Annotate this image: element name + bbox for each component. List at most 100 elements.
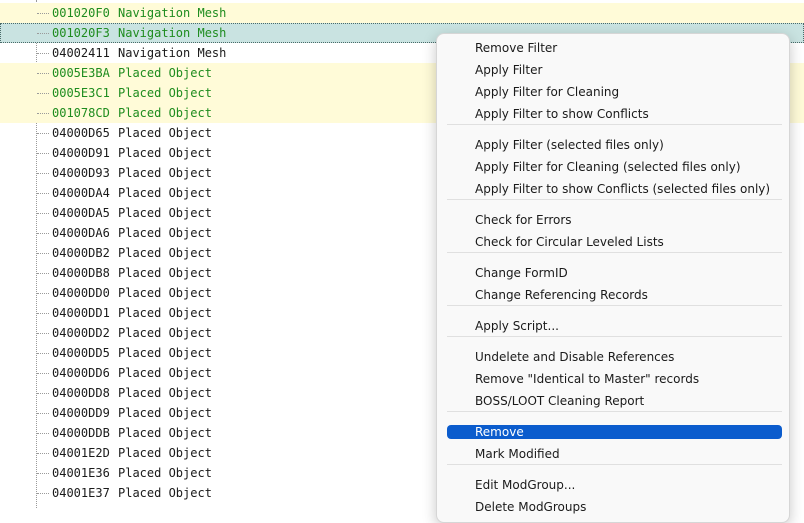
menu-item-change-formid[interactable]: Change FormID bbox=[447, 266, 782, 280]
record-type: Placed Object bbox=[118, 66, 212, 80]
record-type: Placed Object bbox=[118, 286, 212, 300]
record-type: Placed Object bbox=[118, 386, 212, 400]
menu-item-apply-filter-to-show-conflicts-selected-files-only[interactable]: Apply Filter to show Conflicts (selected… bbox=[447, 182, 782, 196]
menu-item-check-for-circular-leveled-lists[interactable]: Check for Circular Leveled Lists bbox=[447, 235, 782, 249]
form-id: 04000D93 bbox=[52, 166, 110, 180]
tree-connector bbox=[37, 353, 49, 354]
record-type: Placed Object bbox=[118, 466, 212, 480]
menu-separator bbox=[447, 411, 782, 412]
menu-separator bbox=[447, 252, 782, 253]
form-id: 04000DB2 bbox=[52, 246, 110, 260]
tree-connector bbox=[37, 253, 49, 254]
tree-connector bbox=[37, 493, 49, 494]
tree-connector bbox=[37, 433, 49, 434]
menu-separator bbox=[447, 124, 782, 125]
menu-item-boss-loot-cleaning-report[interactable]: BOSS/LOOT Cleaning Report bbox=[447, 394, 782, 408]
menu-item-delete-modgroups[interactable]: Delete ModGroups bbox=[447, 500, 782, 514]
record-type: Placed Object bbox=[118, 426, 212, 440]
form-id: 04000D65 bbox=[52, 126, 110, 140]
record-type: Placed Object bbox=[118, 186, 212, 200]
tree-connector bbox=[37, 73, 49, 74]
record-type: Placed Object bbox=[118, 346, 212, 360]
record-type: Placed Object bbox=[118, 166, 212, 180]
menu-item-edit-modgroup[interactable]: Edit ModGroup... bbox=[447, 478, 782, 492]
form-id: 04000DD9 bbox=[52, 406, 110, 420]
form-id: 001020F3 bbox=[52, 26, 110, 40]
record-type: Placed Object bbox=[118, 206, 212, 220]
form-id: 04001E37 bbox=[52, 486, 110, 500]
menu-item-apply-filter-to-show-conflicts[interactable]: Apply Filter to show Conflicts bbox=[447, 107, 782, 121]
tree-connector bbox=[37, 293, 49, 294]
tree-connector bbox=[37, 233, 49, 234]
tree-connector bbox=[37, 313, 49, 314]
menu-separator bbox=[447, 464, 782, 465]
tree-connector bbox=[37, 133, 49, 134]
tree-connector bbox=[37, 373, 49, 374]
form-id: 04000DD0 bbox=[52, 286, 110, 300]
tree-connector bbox=[37, 153, 49, 154]
tree-connector bbox=[37, 473, 49, 474]
record-type: Placed Object bbox=[118, 326, 212, 340]
form-id: 001020F0 bbox=[52, 6, 110, 20]
record-type: Placed Object bbox=[118, 486, 212, 500]
form-id: 04000DA6 bbox=[52, 226, 110, 240]
menu-item-remove[interactable]: Remove bbox=[447, 425, 782, 439]
tree-connector bbox=[37, 193, 49, 194]
form-id: 04000DD6 bbox=[52, 366, 110, 380]
record-type: Placed Object bbox=[118, 266, 212, 280]
menu-item-mark-modified[interactable]: Mark Modified bbox=[447, 447, 782, 461]
form-id: 04000DDB bbox=[52, 426, 110, 440]
record-type: Placed Object bbox=[118, 146, 212, 160]
menu-item-apply-filter-for-cleaning-selected-files-only[interactable]: Apply Filter for Cleaning (selected file… bbox=[447, 160, 782, 174]
menu-item-apply-filter[interactable]: Apply Filter bbox=[447, 63, 782, 77]
record-type: Placed Object bbox=[118, 306, 212, 320]
form-id: 04001E36 bbox=[52, 466, 110, 480]
menu-item-undelete-and-disable-references[interactable]: Undelete and Disable References bbox=[447, 350, 782, 364]
menu-separator bbox=[447, 336, 782, 337]
record-type: Placed Object bbox=[118, 366, 212, 380]
menu-item-check-for-errors[interactable]: Check for Errors bbox=[447, 213, 782, 227]
record-type: Placed Object bbox=[118, 86, 212, 100]
menu-item-change-referencing-records[interactable]: Change Referencing Records bbox=[447, 288, 782, 302]
form-id: 04000DA4 bbox=[52, 186, 110, 200]
record-type: Placed Object bbox=[118, 226, 212, 240]
tree-connector bbox=[37, 453, 49, 454]
tree-connector bbox=[37, 13, 49, 14]
record-type: Navigation Mesh bbox=[118, 6, 227, 20]
record-type: Navigation Mesh bbox=[118, 26, 227, 40]
record-type: Placed Object bbox=[118, 446, 212, 460]
table-row[interactable]: 001020F0 Navigation Mesh bbox=[0, 3, 804, 23]
tree-connector bbox=[37, 333, 49, 334]
menu-item-remove-filter[interactable]: Remove Filter bbox=[447, 41, 782, 55]
form-id: 04000DD8 bbox=[52, 386, 110, 400]
menu-separator bbox=[447, 199, 782, 200]
form-id: 04000DD2 bbox=[52, 326, 110, 340]
tree-connector bbox=[37, 393, 49, 394]
form-id: 04001E2D bbox=[52, 446, 110, 460]
menu-item-apply-script[interactable]: Apply Script... bbox=[447, 319, 782, 333]
tree-connector bbox=[37, 53, 49, 54]
form-id: 04000DD1 bbox=[52, 306, 110, 320]
tree-connector bbox=[37, 273, 49, 274]
tree-connector bbox=[37, 113, 49, 114]
tree-connector bbox=[37, 93, 49, 94]
form-id: 04000D91 bbox=[52, 146, 110, 160]
tree-connector bbox=[37, 33, 49, 34]
form-id: 001078CD bbox=[52, 106, 110, 120]
menu-item-remove-identical-to-master-records[interactable]: Remove "Identical to Master" records bbox=[447, 372, 782, 386]
record-type: Placed Object bbox=[118, 246, 212, 260]
menu-separator bbox=[447, 305, 782, 306]
form-id: 04002411 bbox=[52, 46, 110, 60]
record-type: Navigation Mesh bbox=[118, 46, 227, 60]
form-id: 04000DA5 bbox=[52, 206, 110, 220]
form-id: 0005E3BA bbox=[52, 66, 110, 80]
menu-item-apply-filter-for-cleaning[interactable]: Apply Filter for Cleaning bbox=[447, 85, 782, 99]
form-id: 04000DB8 bbox=[52, 266, 110, 280]
form-id: 0005E3C1 bbox=[52, 86, 110, 100]
context-menu: Remove Filter Apply Filter Apply Filter fo… bbox=[436, 33, 790, 523]
menu-item-apply-filter-selected-files-only[interactable]: Apply Filter (selected files only) bbox=[447, 138, 782, 152]
record-type: Placed Object bbox=[118, 126, 212, 140]
tree-connector bbox=[37, 173, 49, 174]
form-id: 04000DD5 bbox=[52, 346, 110, 360]
tree-connector bbox=[37, 413, 49, 414]
